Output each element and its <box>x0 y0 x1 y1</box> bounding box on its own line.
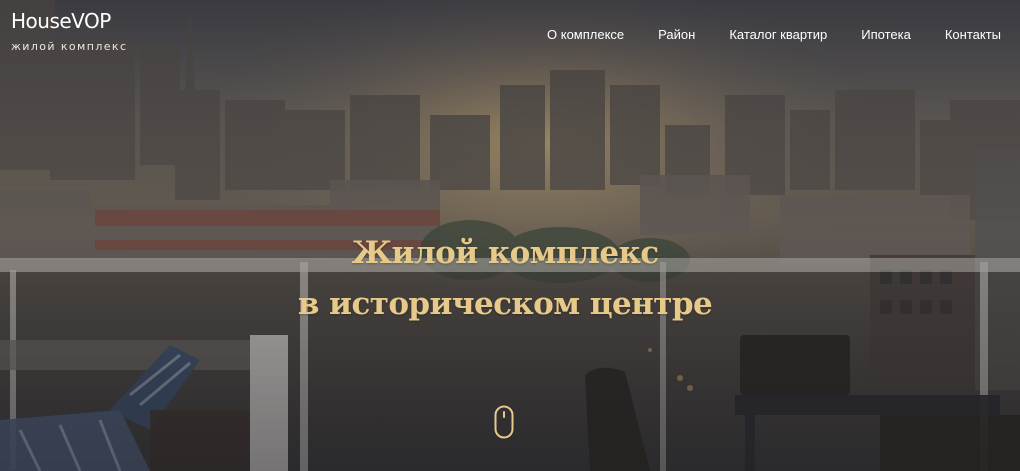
nav-item-contacts[interactable]: Контакты <box>945 27 1001 43</box>
hero-headline-line2: в историческом центре <box>297 286 713 322</box>
logo-title[interactable]: HouseVOP <box>11 9 127 33</box>
hero-headline: Жилой комплекс в историческом центре <box>0 228 1010 330</box>
site-header: HouseVOP жилой комплекс О комплексе Райо… <box>0 0 1020 70</box>
nav-item-catalog[interactable]: Каталог квартир <box>729 27 827 43</box>
logo[interactable]: HouseVOP жилой комплекс <box>11 9 127 54</box>
logo-tagline: жилой комплекс <box>11 40 128 53</box>
hero-section: HouseVOP жилой комплекс О комплексе Райо… <box>0 0 1020 471</box>
nav-item-mortgage[interactable]: Ипотека <box>861 27 911 43</box>
hero-headline-line1: Жилой комплекс <box>351 235 659 271</box>
mouse-scroll-icon[interactable] <box>494 405 514 439</box>
nav-item-district[interactable]: Район <box>658 27 695 43</box>
main-navigation: О комплексе Район Каталог квартир Ипотек… <box>547 27 1001 43</box>
nav-item-about[interactable]: О комплексе <box>547 27 624 43</box>
